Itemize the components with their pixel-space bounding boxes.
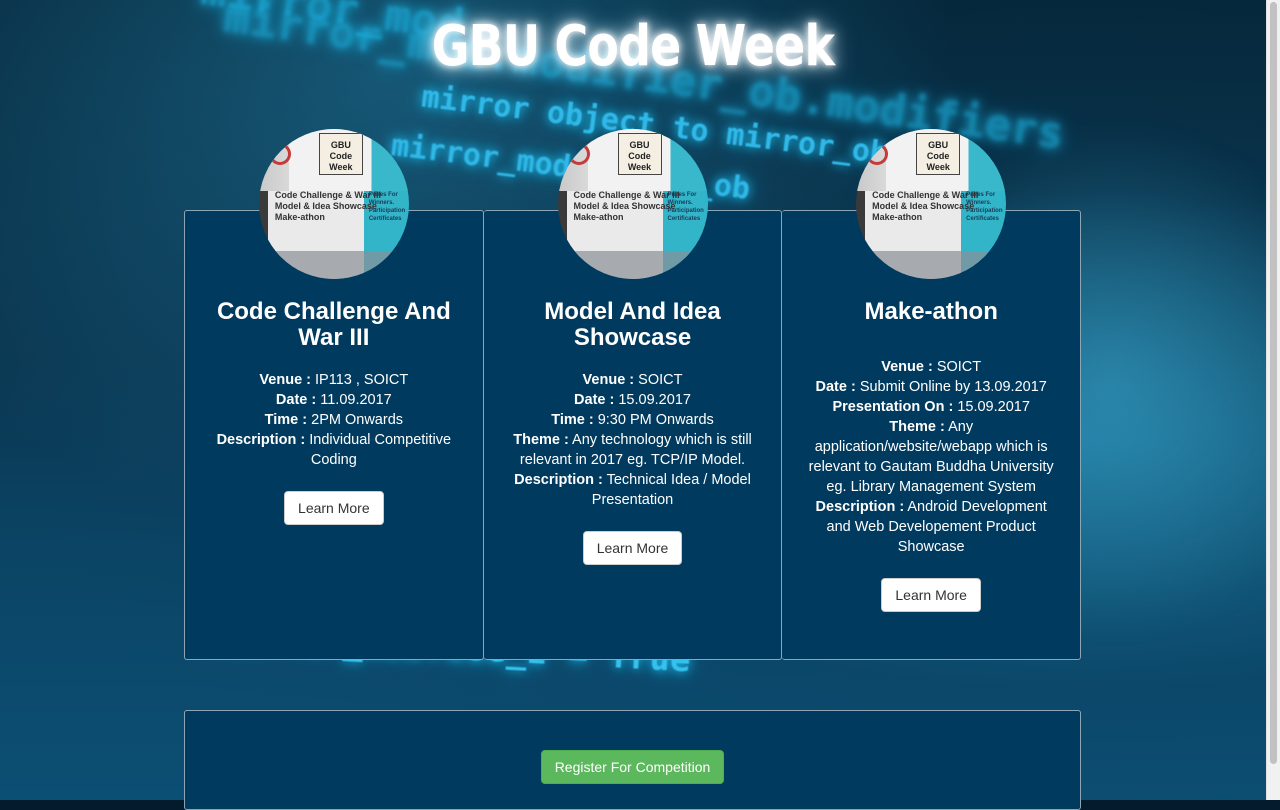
detail-row: Date : Submit Online by 13.09.2017 xyxy=(815,379,1047,395)
poster-footer xyxy=(557,251,708,279)
detail-row: Time : 2PM Onwards xyxy=(264,412,404,428)
page-title: GBU Code Week xyxy=(431,14,835,79)
detail-row: Theme : Any application/website/webapp w… xyxy=(808,419,1054,495)
poster-badge: GBU Code Week xyxy=(617,133,662,175)
scrollbar-thumb[interactable] xyxy=(1270,2,1277,764)
poster-side-text: Prizes For Winners. Participation Certif… xyxy=(966,192,1003,222)
event-poster-image: GBU Code Week Code Challenge & War III M… xyxy=(258,129,409,279)
detail-row: Theme : Any technology which is still re… xyxy=(513,432,752,468)
event-title: Code Challenge And War III xyxy=(216,298,451,351)
learn-more-button[interactable]: Learn More xyxy=(881,578,981,612)
event-title: Model And Idea Showcase xyxy=(544,298,721,351)
detail-row: Description : Technical Idea / Model Pre… xyxy=(514,472,751,508)
learn-more-button[interactable]: Learn More xyxy=(582,531,683,565)
detail-row: Presentation On : 15.09.2017 xyxy=(832,399,1030,415)
poster-badge: GBU Code Week xyxy=(916,133,961,175)
vertical-scrollbar[interactable] xyxy=(1266,0,1280,800)
poster-badge: GBU Code Week xyxy=(318,133,363,175)
event-details: Venue : SOICT Date : 15.09.2017 Time : 9… xyxy=(504,370,762,510)
poster-seal-icon xyxy=(866,143,889,165)
poster-side-text: Prizes For Winners. Participation Certif… xyxy=(368,192,406,222)
event-poster-image: GBU Code Week Code Challenge & War III M… xyxy=(856,129,1007,279)
detail-row: Description : Android Development and We… xyxy=(815,499,1047,555)
event-card-code-challenge: GBU Code Week Code Challenge & War III M… xyxy=(184,129,484,660)
poster-seal-icon xyxy=(567,143,590,165)
event-details: Venue : IP113 , SOICT Date : 11.09.2017 … xyxy=(205,370,463,470)
detail-row: Description : Individual Competitive Cod… xyxy=(216,432,452,468)
poster-side-text: Prizes For Winners. Participation Certif… xyxy=(667,192,704,222)
learn-more-button[interactable]: Learn More xyxy=(284,491,384,525)
detail-row: Date : 11.09.2017 xyxy=(275,392,392,408)
register-button[interactable]: Register For Competition xyxy=(540,750,725,784)
detail-row: Time : 9:30 PM Onwards xyxy=(551,412,714,428)
poster-seal-icon xyxy=(268,143,291,165)
event-cards: GBU Code Week Code Challenge & War III M… xyxy=(184,129,1082,660)
event-title: Make-athon xyxy=(864,298,998,325)
detail-row: Venue : SOICT xyxy=(582,372,683,388)
detail-row: Date : 15.09.2017 xyxy=(574,392,691,408)
event-card-makeathon: GBU Code Week Code Challenge & War III M… xyxy=(782,129,1082,660)
poster-footer xyxy=(258,251,409,279)
detail-row: Venue : IP113 , SOICT xyxy=(259,372,409,388)
event-poster-image: GBU Code Week Code Challenge & War III M… xyxy=(557,129,708,279)
event-details: Venue : SOICT Date : Submit Online by 13… xyxy=(802,357,1060,557)
event-card-model-idea: GBU Code Week Code Challenge & War III M… xyxy=(483,129,783,660)
poster-footer xyxy=(856,251,1007,279)
detail-row: Venue : SOICT xyxy=(881,359,982,375)
register-panel: Register For Competition xyxy=(184,710,1081,810)
